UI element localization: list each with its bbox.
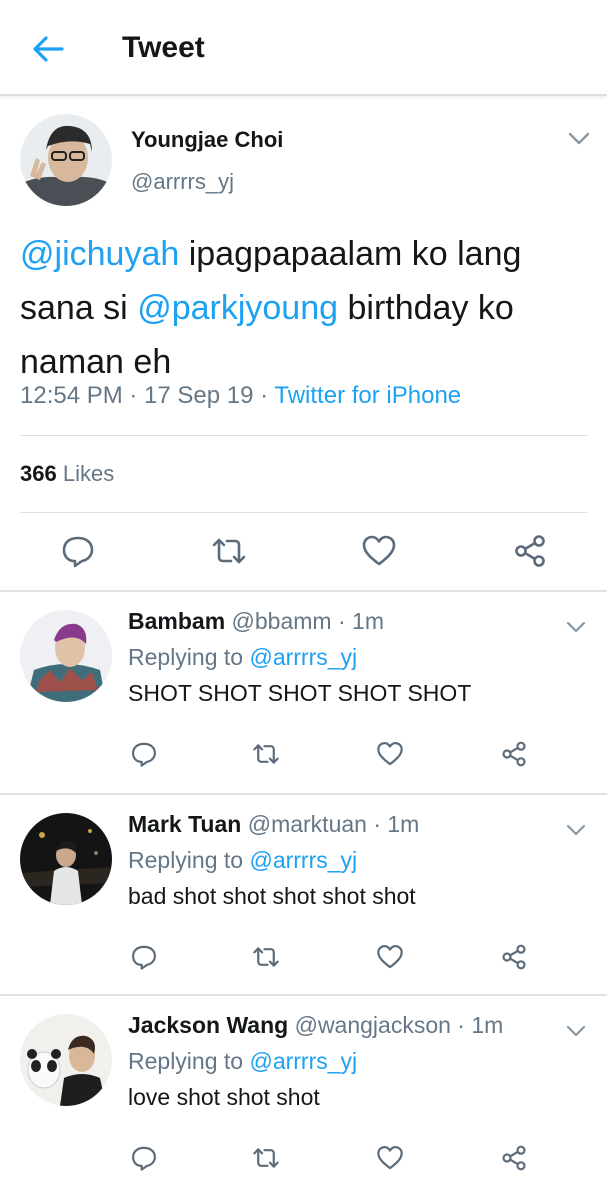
chevron-down-icon bbox=[566, 824, 586, 836]
avatar[interactable] bbox=[20, 1014, 112, 1106]
reply-author-name[interactable]: Mark Tuan bbox=[128, 811, 241, 837]
share-icon bbox=[515, 535, 545, 567]
like-button[interactable] bbox=[361, 533, 397, 569]
avatar[interactable] bbox=[20, 114, 112, 206]
chevron-down-icon bbox=[566, 621, 586, 633]
retweet-button[interactable] bbox=[252, 943, 280, 971]
reply-author-handle[interactable]: @wangjackson · 1m bbox=[295, 1012, 504, 1038]
tweet-source-link[interactable]: Twitter for iPhone bbox=[274, 382, 461, 409]
mention-link[interactable]: @jichuyah bbox=[20, 235, 179, 273]
like-button[interactable] bbox=[376, 943, 404, 971]
share-button[interactable] bbox=[500, 943, 528, 971]
mention-link[interactable]: @arrrrs_yj bbox=[249, 644, 357, 670]
retweet-icon bbox=[253, 744, 279, 764]
tweet-options-button[interactable] bbox=[566, 823, 586, 836]
retweet-button[interactable] bbox=[252, 740, 280, 768]
author-name[interactable]: Youngjae Choi bbox=[131, 127, 283, 153]
replying-label: Replying to bbox=[128, 847, 250, 873]
reply-button[interactable] bbox=[130, 740, 158, 768]
reply-button[interactable] bbox=[130, 1144, 158, 1172]
reply-text: bad shot shot shot shot shot bbox=[128, 883, 416, 909]
reply-icon bbox=[132, 945, 156, 970]
likes-label: Likes bbox=[56, 461, 115, 486]
mention-link[interactable]: @parkjyoung bbox=[137, 289, 338, 327]
tweet-timestamp: 12:54 PM · 17 Sep 19 · bbox=[20, 382, 275, 409]
like-icon bbox=[377, 742, 403, 766]
share-button[interactable] bbox=[500, 740, 528, 768]
share-button[interactable] bbox=[500, 1144, 528, 1172]
reply-tweet: Bambam @bbamm · 1m Replying to @arrrrs_y… bbox=[0, 592, 607, 792]
page-title: Tweet bbox=[122, 31, 205, 64]
like-icon bbox=[377, 1146, 403, 1170]
likes-number: 366 bbox=[20, 461, 57, 486]
replying-label: Replying to bbox=[128, 644, 250, 670]
tweet-options-button[interactable] bbox=[566, 620, 586, 633]
chevron-down-icon bbox=[568, 132, 590, 145]
mention-link[interactable]: @arrrrs_yj bbox=[249, 847, 357, 873]
replying-to: Replying to @arrrrs_yj bbox=[128, 644, 357, 671]
avatar[interactable] bbox=[20, 610, 112, 702]
chevron-down-icon bbox=[566, 1025, 586, 1037]
divider bbox=[20, 435, 587, 436]
tweet-meta: 12:54 PM · 17 Sep 19 · Twitter for iPhon… bbox=[20, 382, 461, 410]
replying-to: Replying to @arrrrs_yj bbox=[128, 1048, 357, 1075]
retweet-button[interactable] bbox=[211, 533, 247, 569]
share-icon bbox=[502, 1145, 526, 1171]
retweet-button[interactable] bbox=[252, 1144, 280, 1172]
like-button[interactable] bbox=[376, 1144, 404, 1172]
like-icon bbox=[362, 535, 396, 566]
like-icon bbox=[377, 945, 403, 969]
reply-icon bbox=[132, 742, 156, 767]
reply-button[interactable] bbox=[130, 943, 158, 971]
avatar[interactable] bbox=[20, 813, 112, 905]
reply-icon bbox=[62, 536, 94, 568]
app-header: Tweet bbox=[0, 0, 607, 96]
reply-icon bbox=[132, 1146, 156, 1171]
retweet-icon bbox=[212, 538, 246, 564]
tweet-options-button[interactable] bbox=[568, 132, 590, 146]
replying-to: Replying to @arrrrs_yj bbox=[128, 847, 357, 874]
share-icon bbox=[502, 741, 526, 767]
reply-author-handle[interactable]: @marktuan · 1m bbox=[248, 811, 420, 837]
tweet-text: @jichuyah ipagpapaalam ko lang sana si @… bbox=[20, 227, 590, 389]
back-arrow-icon bbox=[33, 36, 64, 62]
author-handle[interactable]: @arrrrs_yj bbox=[131, 169, 234, 195]
share-icon bbox=[502, 944, 526, 970]
tweet-options-button[interactable] bbox=[566, 1024, 586, 1037]
like-button[interactable] bbox=[376, 740, 404, 768]
reply-tweet: Mark Tuan @marktuan · 1m Replying to @ar… bbox=[0, 795, 607, 995]
back-button[interactable] bbox=[30, 33, 66, 65]
reply-author-name[interactable]: Jackson Wang bbox=[128, 1012, 288, 1038]
share-button[interactable] bbox=[512, 533, 548, 569]
reply-text: SHOT SHOT SHOT SHOT SHOT bbox=[128, 680, 472, 706]
mention-link[interactable]: @arrrrs_yj bbox=[249, 1048, 357, 1074]
reply-text: love shot shot shot bbox=[128, 1084, 320, 1110]
retweet-icon bbox=[253, 1148, 279, 1168]
retweet-icon bbox=[253, 947, 279, 967]
main-tweet: Youngjae Choi @arrrrs_yj @jichuyah ipagp… bbox=[0, 96, 607, 591]
reply-author-name[interactable]: Bambam bbox=[128, 608, 225, 634]
likes-count[interactable]: 366 Likes bbox=[20, 461, 114, 487]
replying-label: Replying to bbox=[128, 1048, 250, 1074]
reply-author-handle[interactable]: @bbamm · 1m bbox=[232, 608, 384, 634]
reply-tweet: Jackson Wang @wangjackson · 1m Replying … bbox=[0, 996, 607, 1196]
divider bbox=[20, 512, 587, 513]
reply-button[interactable] bbox=[60, 533, 96, 569]
